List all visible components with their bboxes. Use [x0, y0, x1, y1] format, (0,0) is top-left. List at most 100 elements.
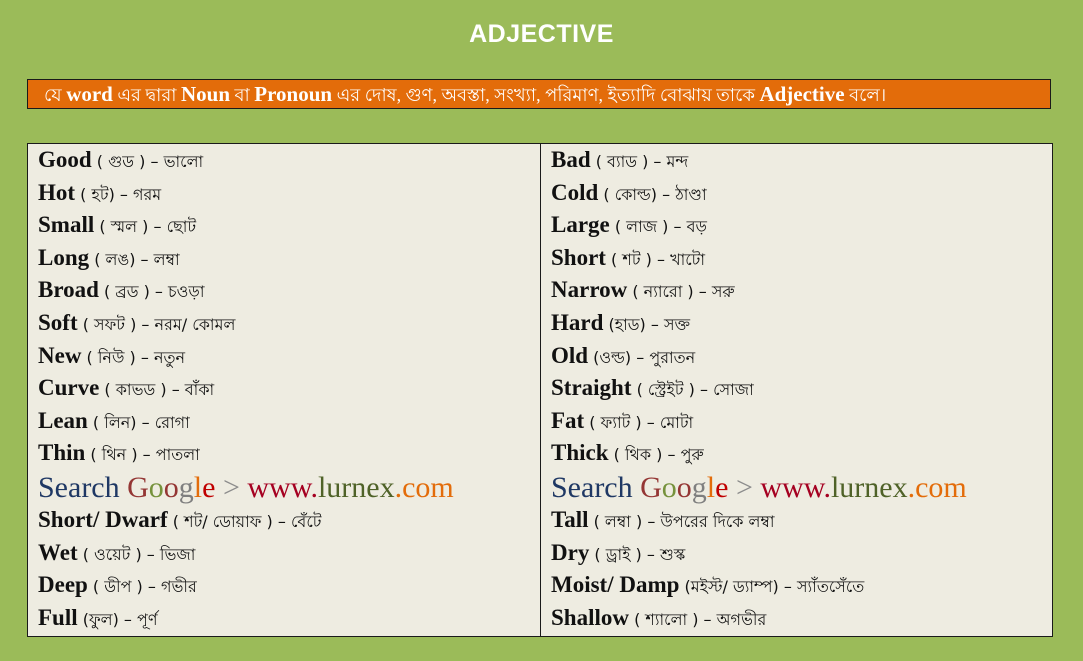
definition-keyword: word [66, 82, 113, 106]
bengali-meaning: খাটো [670, 249, 705, 269]
pronunciation: ( ওয়েট ) – [77, 544, 160, 564]
english-word: Fat [551, 407, 585, 433]
vocab-row: Hard (হাড) – সক্ত [551, 308, 1052, 341]
english-word: New [38, 342, 82, 368]
promo-segment: www. [247, 470, 318, 504]
pronunciation: ( কোল্ড) – [598, 184, 676, 204]
bengali-meaning: বেঁটে [290, 511, 322, 531]
promo-segment: > [215, 470, 248, 504]
english-word: Large [551, 212, 610, 238]
english-word: Straight [551, 375, 632, 401]
vocab-row: Fat ( ফ্যাট ) – মোটা [551, 406, 1052, 439]
promo-segment: o [676, 470, 692, 504]
bengali-meaning: পূর্ণ [136, 609, 158, 629]
search-google-promo: Search Google > www.lurnex.com [38, 471, 540, 505]
vocab-row: Cold ( কোল্ড) – ঠাণ্ডা [551, 178, 1052, 211]
definition-text: বা [230, 85, 255, 105]
vocab-row: Wet ( ওয়েট ) – ভিজা [38, 538, 540, 571]
vocab-row: Thin ( থিন ) – পাতলা [38, 438, 540, 471]
english-word: Hard [551, 309, 604, 335]
vocab-row: Short/ Dwarf ( শট/ ডোয়াফ ) – বেঁটে [38, 505, 540, 538]
bengali-meaning: ঠাণ্ডা [675, 184, 707, 204]
bengali-meaning: সক্ত [663, 314, 691, 334]
english-word: Moist/ Damp [551, 572, 680, 598]
definition-text: বলে। [844, 85, 887, 105]
definition-text: এর দ্বারা [112, 85, 181, 105]
english-word: Long [38, 244, 90, 270]
pronunciation: ( ফ্যাট ) – [584, 412, 660, 432]
bengali-meaning: ছোট [166, 217, 197, 237]
pronunciation: ( সফট ) – [77, 314, 155, 334]
bengali-meaning: মোটা [659, 412, 694, 432]
vocab-row: Tall ( লম্বা ) – উপরের দিকে লম্বা [551, 505, 1052, 538]
pronunciation: ( ন্যারো ) – [627, 282, 712, 302]
pronunciation: (ফুল) – [77, 609, 137, 629]
promo-segment: G [127, 470, 149, 504]
vocab-row: Short ( শট ) – খাটো [551, 243, 1052, 276]
english-word: Thick [551, 440, 609, 466]
bengali-meaning: মন্দ [666, 152, 689, 171]
bengali-meaning: পুরু [680, 445, 704, 465]
pronunciation: ( লঙ) – [89, 249, 154, 269]
left-column: Good ( গুড ) – ভালো Hot ( হট) – গরম Small … [28, 144, 541, 636]
pronunciation: ( ব্রড ) – [98, 282, 169, 302]
english-word: Lean [38, 407, 88, 433]
pronunciation: ( শট ) – [605, 249, 671, 269]
definition-keyword: Noun [181, 82, 231, 106]
definition-text: এর দোষ, গুণ, অবস্তা, সংখ্যা, পরিমাণ, ইত্… [332, 85, 760, 105]
pronunciation: (ওল্ড) – [588, 347, 650, 367]
english-word: Bad [551, 147, 591, 172]
bengali-meaning: বাঁকা [184, 380, 215, 400]
english-word: Small [38, 212, 95, 238]
bengali-meaning: পাতলা [155, 445, 200, 465]
english-word: Narrow [551, 277, 628, 303]
definition-keyword: Adjective [759, 82, 845, 106]
pronunciation: ( থিক ) – [608, 445, 681, 465]
bengali-meaning: ভিজা [159, 544, 196, 564]
vocab-row: Hot ( হট) – গরম [38, 178, 540, 211]
pronunciation: ( লাজ ) – [609, 217, 687, 237]
definition-text: যে [44, 85, 67, 105]
promo-segment: Search [551, 470, 641, 504]
english-word: Hot [38, 179, 76, 205]
vocab-row: Straight ( স্ট্রেইট ) – সোজা [551, 373, 1052, 406]
promo-segment: o [661, 470, 677, 504]
search-google-promo: Search Google > www.lurnex.com [551, 471, 1052, 505]
pronunciation: ( লিন) – [87, 412, 155, 432]
right-column: Bad ( ব্যাড ) – মন্দ Cold ( কোল্ড) – ঠাণ্… [541, 144, 1052, 636]
vocab-row: New ( নিউ ) – নতুন [38, 341, 540, 374]
vocab-row: Long ( লঙ) – লম্বা [38, 243, 540, 276]
bengali-meaning: নতুন [153, 347, 186, 367]
promo-segment: o [148, 470, 164, 504]
vocab-row: Good ( গুড ) – ভালো [38, 145, 540, 178]
english-word: Shallow [551, 604, 629, 630]
definition-keyword: Pronoun [254, 82, 333, 106]
pronunciation: ( গুড ) – [91, 152, 164, 171]
english-word: Broad [38, 277, 99, 303]
promo-segment: lurnex [317, 470, 395, 504]
promo-segment: l [193, 470, 203, 504]
bengali-meaning: বড় [686, 217, 707, 237]
pronunciation: ( কাভড ) – [99, 380, 185, 400]
bengali-meaning: গভীর [160, 577, 197, 597]
promo-segment: .com [394, 470, 454, 504]
page-title: ADJECTIVE [469, 20, 614, 48]
pronunciation: (মইস্ট/ ড্যাম্প) – [679, 577, 797, 597]
vocab-row: Shallow ( শ্যালো ) – অগভীর [551, 603, 1052, 636]
vocab-row: Curve ( কাভড ) – বাঁকা [38, 373, 540, 406]
english-word: Curve [38, 375, 100, 401]
pronunciation: ( লম্বা ) – [588, 511, 661, 531]
bengali-meaning: রোগা [154, 412, 190, 432]
vocab-row: Thick ( থিক ) – পুরু [551, 438, 1052, 471]
english-word: Short/ Dwarf [38, 506, 168, 532]
bengali-meaning: লম্বা [153, 249, 180, 269]
vocab-row: Small ( স্মল ) – ছোট [38, 210, 540, 243]
bengali-meaning: সরু [711, 282, 735, 302]
vocab-row: Moist/ Damp (মইস্ট/ ড্যাম্প) – স্যাঁতসেঁ… [551, 570, 1052, 603]
pronunciation: ( ডীপ ) – [87, 577, 161, 597]
pronunciation: (হাড) – [603, 314, 664, 334]
promo-segment: www. [760, 470, 831, 504]
vocab-row: Old (ওল্ড) – পুরাতন [551, 341, 1052, 374]
vocab-row: Deep ( ডীপ ) – গভীর [38, 570, 540, 603]
bengali-meaning: চওড়া [168, 282, 205, 302]
